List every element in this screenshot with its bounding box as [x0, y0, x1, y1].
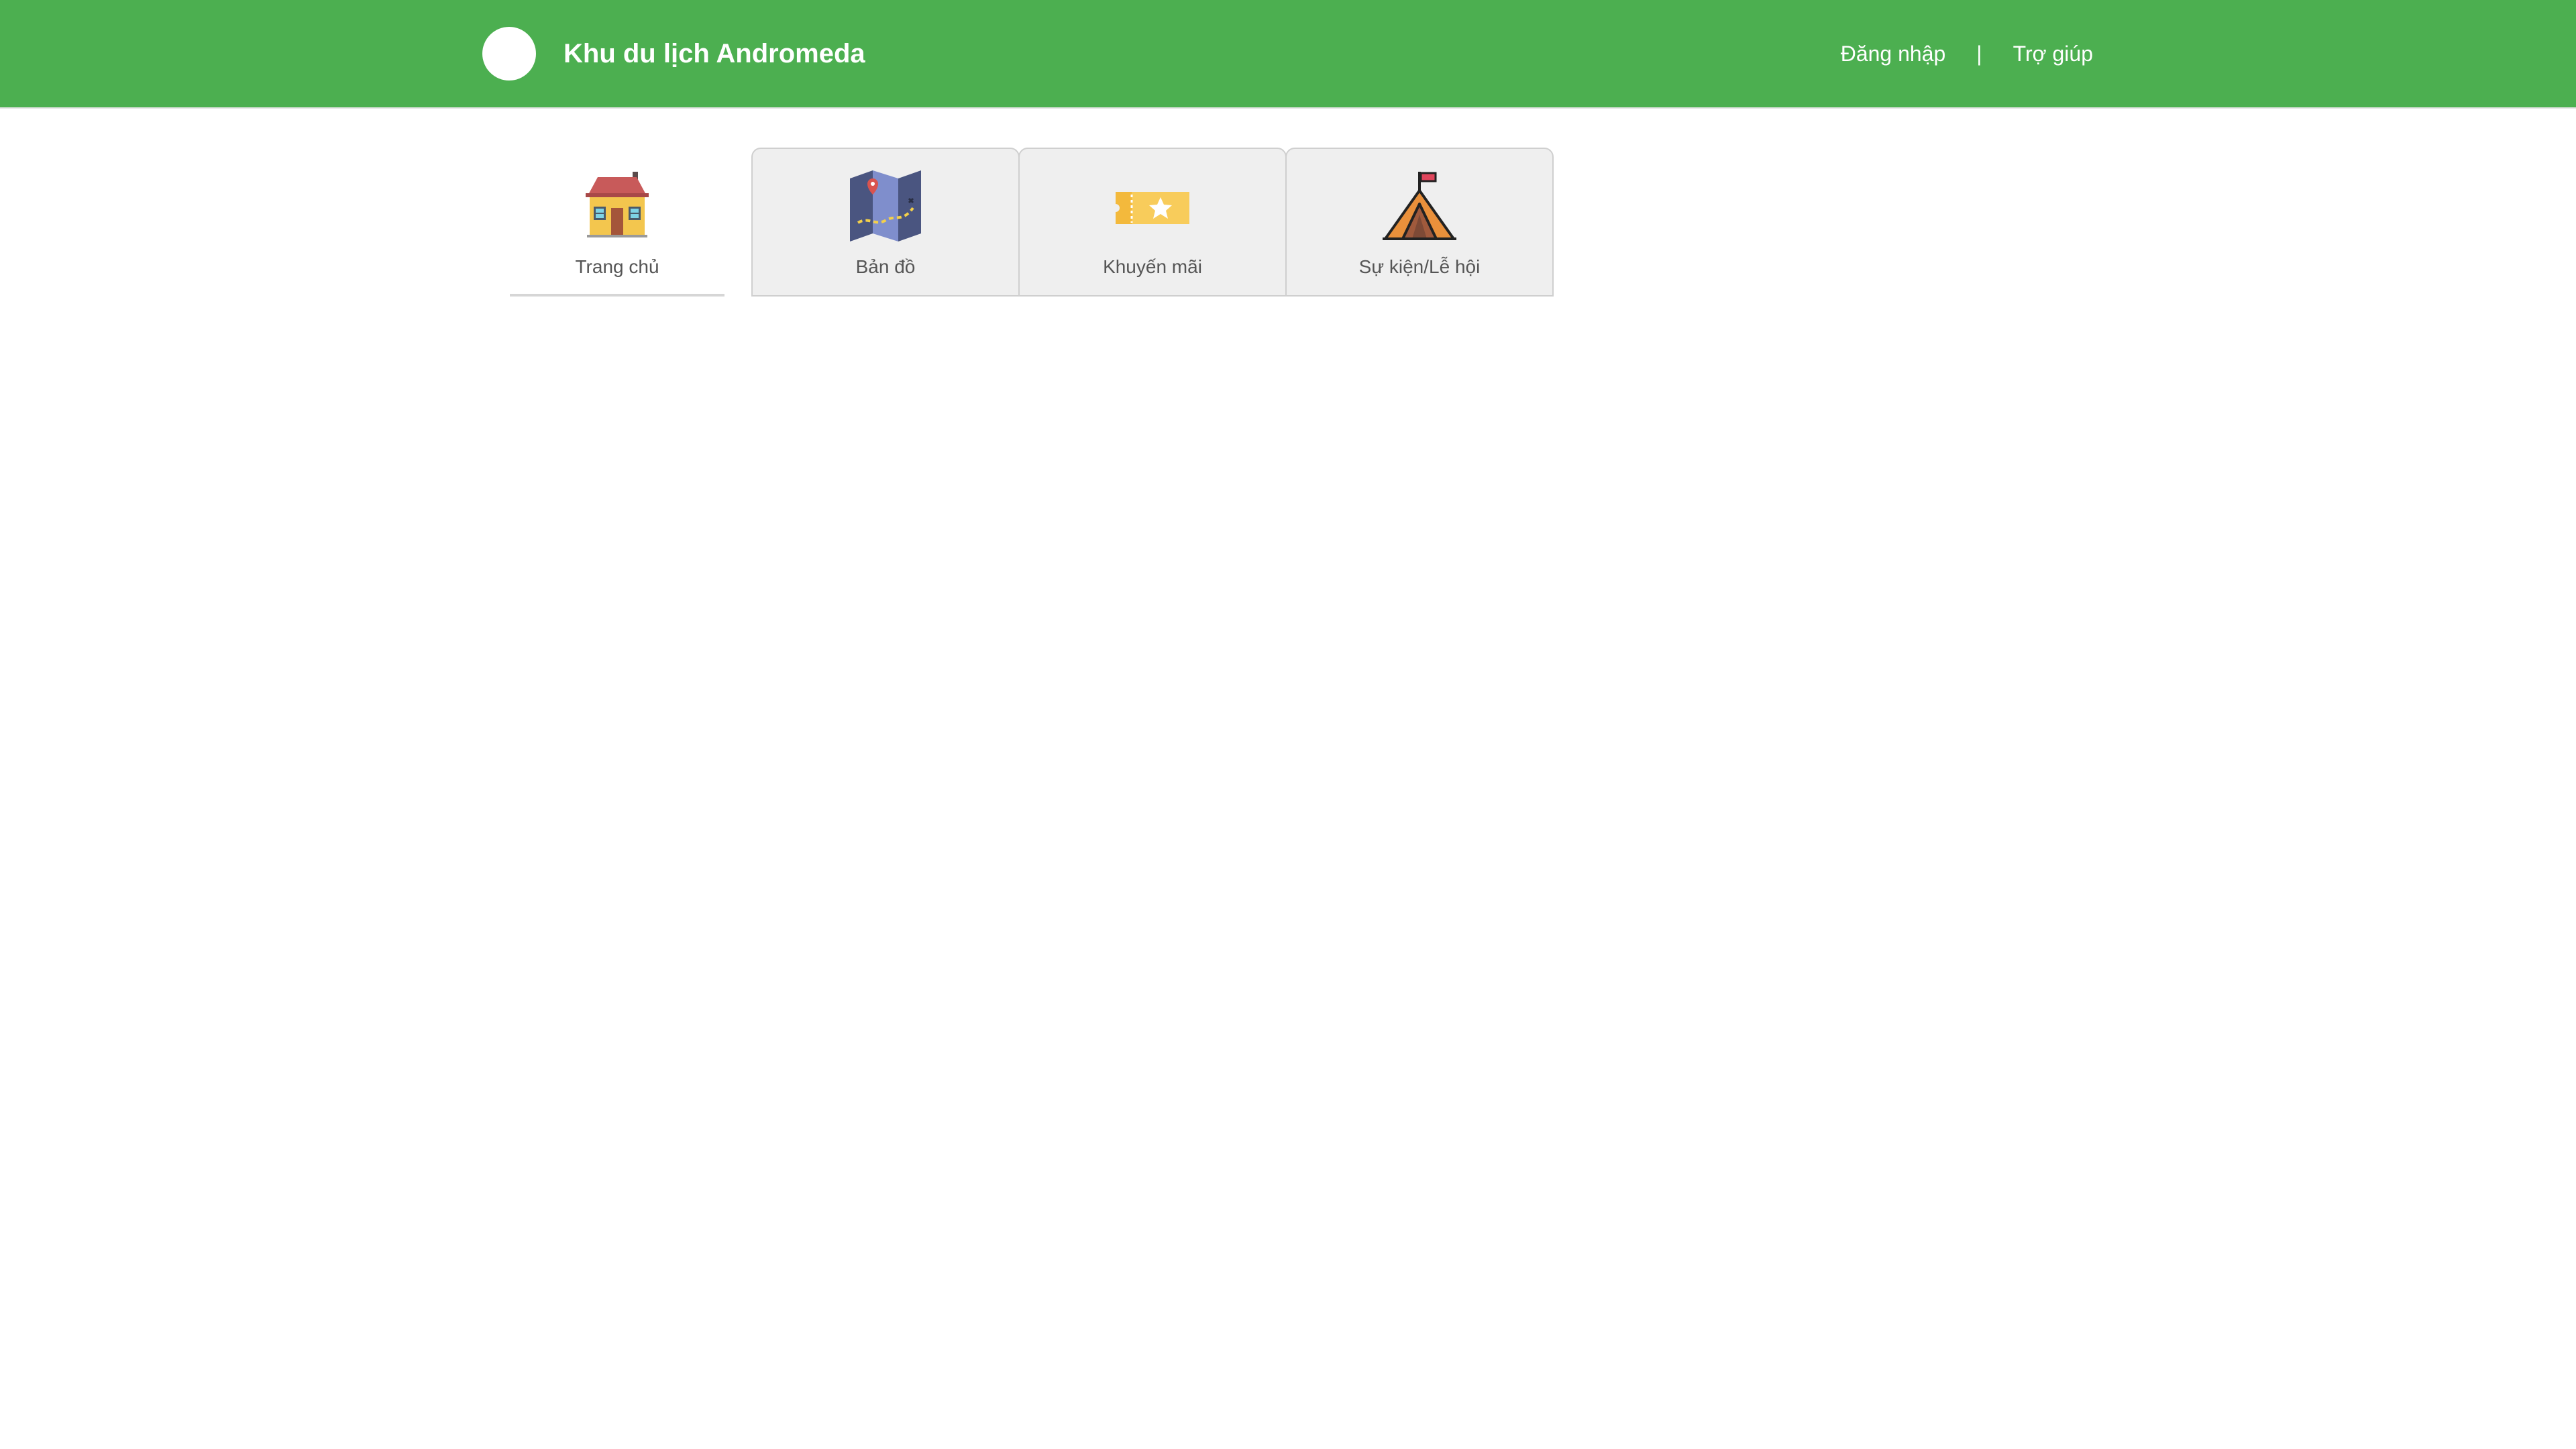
- header-nav: Đăng nhập | Trợ giúp: [1841, 34, 2093, 74]
- tab-label: Trang chủ: [575, 256, 659, 277]
- map-icon: [850, 170, 921, 241]
- tab-map[interactable]: Bản đồ: [751, 148, 1020, 297]
- tab-promotion[interactable]: Khuyến mãi: [1018, 148, 1287, 297]
- tab-label: Bản đồ: [855, 256, 916, 277]
- nav-separator: |: [1976, 42, 1982, 66]
- login-link[interactable]: Đăng nhập: [1841, 34, 1946, 74]
- tab-home[interactable]: Trang chủ: [510, 146, 724, 297]
- top-header: Khu du lịch Andromeda Đăng nhập | Trợ gi…: [0, 0, 2576, 109]
- site-title[interactable]: Khu du lịch Andromeda: [564, 34, 865, 74]
- house-icon: [586, 172, 649, 237]
- tab-events[interactable]: Sự kiện/Lễ hội: [1285, 148, 1554, 297]
- help-link[interactable]: Trợ giúp: [2013, 34, 2093, 74]
- tab-label: Khuyến mãi: [1103, 256, 1202, 277]
- ticket-star-icon: [1116, 192, 1189, 224]
- tent-flag-icon: [1383, 172, 1456, 240]
- tab-label: Sự kiện/Lễ hội: [1358, 256, 1481, 277]
- main-tabs: Trang chủ Bản đồ Khuyến mãi Sự kiện/Lễ h…: [510, 146, 1554, 297]
- logo[interactable]: [482, 27, 536, 80]
